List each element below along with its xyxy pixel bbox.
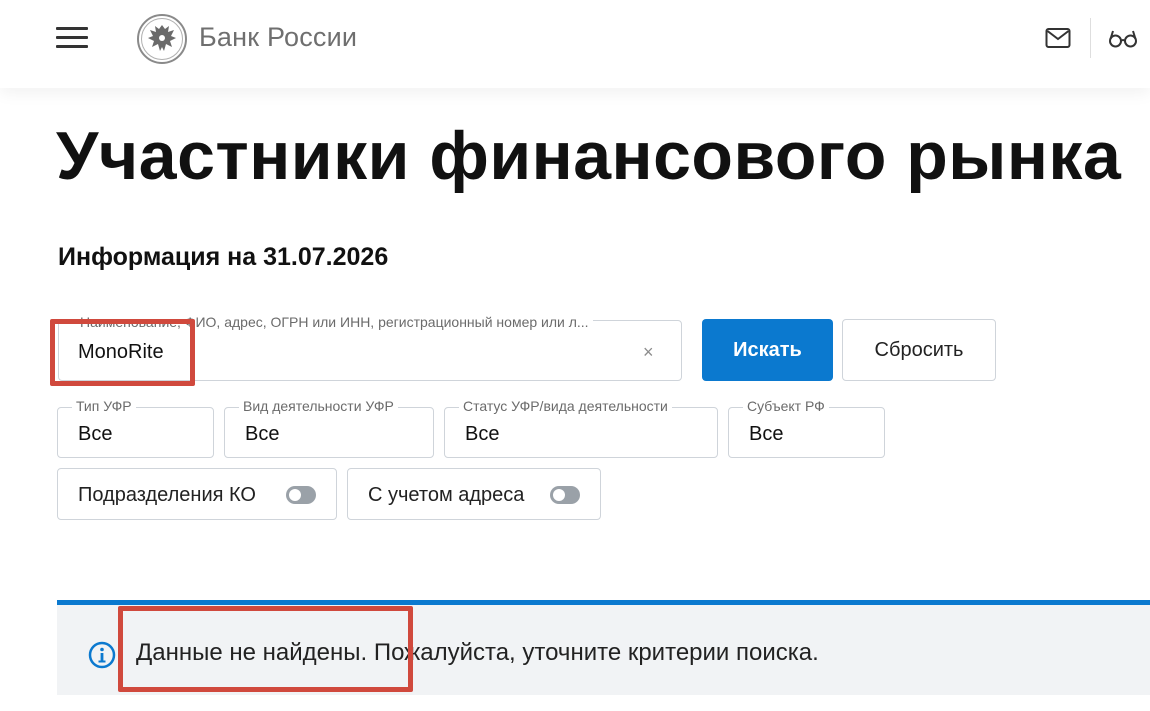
filter-label: Тип УФР xyxy=(72,398,136,414)
page-title: Участники финансового рынка xyxy=(56,118,1122,194)
mail-icon[interactable] xyxy=(1045,27,1071,49)
filter-ufr-type[interactable]: Тип УФР Все xyxy=(57,398,214,458)
filter-value: Все xyxy=(749,423,784,445)
clear-icon[interactable]: × xyxy=(643,342,654,363)
reset-button[interactable]: Сбросить xyxy=(842,319,996,381)
filter-region[interactable]: Субъект РФ Все xyxy=(728,398,885,458)
toggle-with-address[interactable]: С учетом адреса xyxy=(347,468,601,520)
search-button[interactable]: Искать xyxy=(702,319,833,381)
header-divider xyxy=(1090,18,1091,58)
toggle-label: Подразделения КО xyxy=(78,484,256,506)
search-input-value[interactable]: MonoRite xyxy=(78,341,164,364)
no-results-message: Данные не найдены. Пожалуйста, уточните … xyxy=(136,639,819,666)
toggle-switch[interactable] xyxy=(286,486,316,504)
site-header: Банк России xyxy=(0,0,1150,88)
toggle-label: С учетом адреса xyxy=(368,484,525,506)
toggle-ko-divisions[interactable]: Подразделения КО xyxy=(57,468,337,520)
filter-label: Вид деятельности УФР xyxy=(239,398,398,414)
filter-value: Все xyxy=(78,423,113,445)
filter-value: Все xyxy=(465,423,500,445)
toggle-switch[interactable] xyxy=(550,486,580,504)
filter-status[interactable]: Статус УФР/вида деятельности Все xyxy=(444,398,718,458)
info-icon xyxy=(88,641,116,669)
brand-name[interactable]: Банк России xyxy=(199,22,357,53)
glasses-icon[interactable] xyxy=(1108,27,1138,49)
menu-icon[interactable] xyxy=(56,27,88,49)
filter-activity-type[interactable]: Вид деятельности УФР Все xyxy=(224,398,434,458)
search-input-placeholder: Наименование, ФИО, адрес, ОГРН или ИНН, … xyxy=(76,314,593,330)
filter-value: Все xyxy=(245,423,280,445)
filter-label: Субъект РФ xyxy=(743,398,829,414)
emblem-logo[interactable] xyxy=(136,13,188,65)
info-date: Информация на 31.07.2026 xyxy=(58,243,389,271)
filter-label: Статус УФР/вида деятельности xyxy=(459,398,672,414)
